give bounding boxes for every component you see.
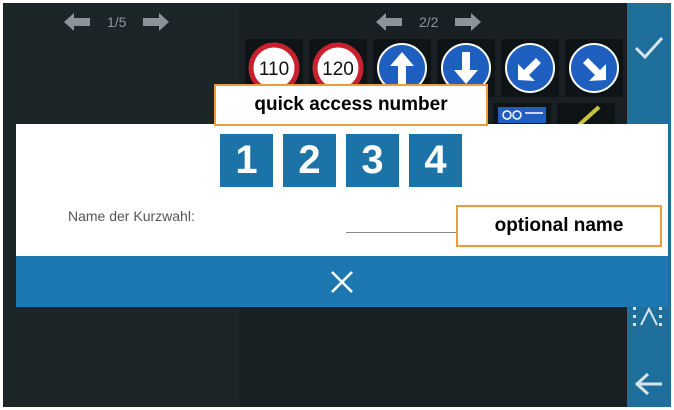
digit-button-1[interactable]: 1 [220,134,273,187]
vehicle-sign-icon [498,107,546,123]
arrow-left-icon [376,13,402,31]
arrow-left-icon [634,372,662,396]
sign-tile-arrow-down-left[interactable] [501,39,559,97]
arrow-left-icon [64,13,90,31]
right-pager: 2/2 [375,11,482,33]
sign-tile-arrow-down-right[interactable] [565,39,623,97]
arrow-down-left-sign-icon [505,43,555,93]
left-pager: 1/5 [63,11,170,33]
right-prev-button[interactable] [375,11,403,33]
callout-quick-access-number: quick access number [214,84,488,126]
arrow-right-icon [455,13,482,31]
back-button[interactable] [627,371,671,397]
name-label: Name der Kurzwahl: [68,208,195,224]
speed-120-label: 120 [322,59,354,80]
arrow-down-right-sign-icon [569,43,619,93]
callout-optional-name: optional name [456,205,662,247]
digit-button-2[interactable]: 2 [283,134,336,187]
right-page-indicator: 2/2 [419,14,439,30]
diagonal-mark-icon [577,105,601,125]
quick-access-digits: 1 2 3 4 [220,134,462,187]
right-next-button[interactable] [454,11,482,33]
close-icon [331,270,353,293]
left-page-indicator: 1/5 [107,14,127,30]
confirm-button[interactable] [627,35,671,61]
left-prev-button[interactable] [63,11,91,33]
close-button[interactable] [16,256,668,307]
arrow-right-icon [143,13,170,31]
digit-button-3[interactable]: 3 [346,134,399,187]
check-icon [634,36,664,60]
digit-button-4[interactable]: 4 [409,134,462,187]
speed-110-label: 110 [259,59,289,80]
left-next-button[interactable] [142,11,170,33]
